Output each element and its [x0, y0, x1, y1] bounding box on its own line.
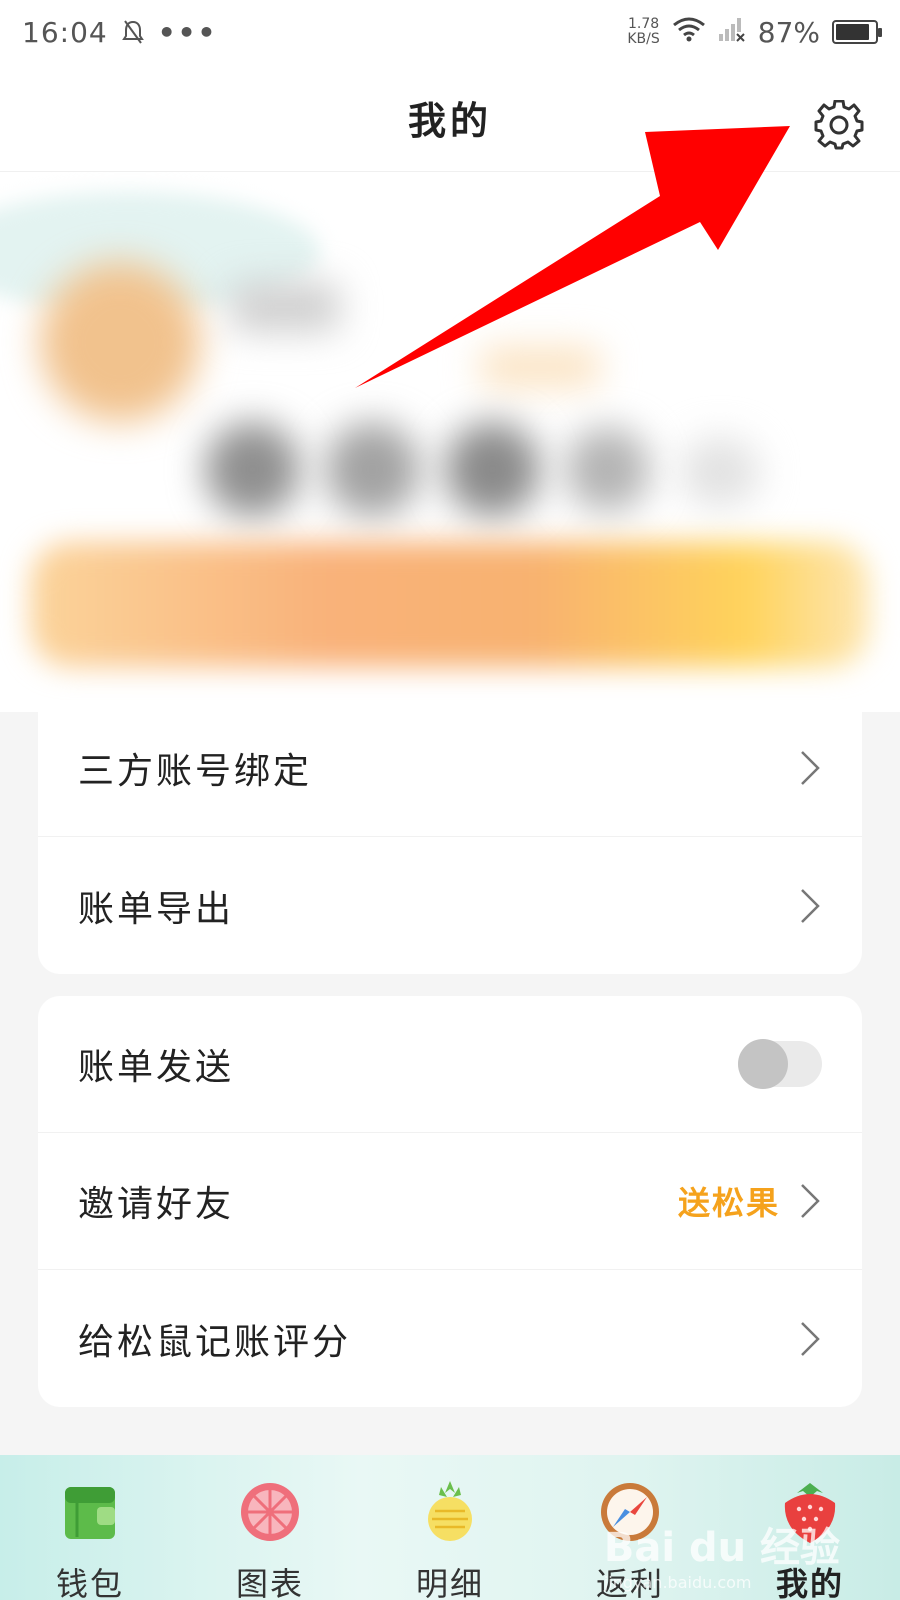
gear-icon[interactable] — [814, 99, 864, 150]
chart-icon — [237, 1479, 303, 1545]
page-title: 我的 — [407, 99, 492, 143]
menu-item-label: 三方账号绑定 — [78, 751, 313, 792]
bottom-tab-bar: 钱包 图表 明细 返利 我的 Bai du 经验 jingyan.baidu.c… — [0, 1455, 900, 1600]
menu-item-label: 账单发送 — [78, 1047, 235, 1088]
pineapple-icon — [417, 1479, 483, 1545]
stat-icon-1 — [205, 422, 300, 517]
account-menu-card: 三方账号绑定 账单导出 — [38, 700, 862, 974]
tab-chart[interactable]: 图表 — [180, 1455, 360, 1600]
battery-icon — [832, 20, 882, 44]
profile-section-blurred — [0, 172, 900, 712]
more-notifications-icon: ••• — [157, 15, 218, 49]
tab-wallet[interactable]: 钱包 — [0, 1455, 180, 1600]
screen: 16:04 ••• 1.78 KB/S 87% 我的 三方账号绑定 账单导出 账… — [0, 0, 900, 1600]
avatar — [40, 262, 200, 422]
menu-item-bill-send: 账单发送 — [38, 996, 862, 1133]
watermark-brand: Bai du 经验 — [603, 1525, 840, 1571]
badge-blur — [480, 347, 600, 387]
tab-label: 钱包 — [55, 1565, 124, 1600]
username-blur — [230, 282, 340, 332]
chevron-right-icon — [798, 1319, 822, 1359]
menu-item-rate-app[interactable]: 给松鼠记账评分 — [38, 1270, 862, 1407]
page-header: 我的 — [0, 64, 900, 172]
tab-label: 图表 — [235, 1565, 304, 1600]
chevron-right-icon — [798, 886, 822, 926]
invite-reward-label: 送松果 — [677, 1184, 780, 1222]
cell-signal-icon — [718, 16, 746, 49]
bell-muted-icon — [121, 19, 144, 45]
menu-item-third-party-binding[interactable]: 三方账号绑定 — [38, 700, 862, 837]
menu-item-bill-export[interactable]: 账单导出 — [38, 837, 862, 974]
wallet-icon — [57, 1479, 123, 1545]
chevron-right-icon — [798, 748, 822, 788]
battery-percent: 87% — [757, 15, 820, 49]
settings-menu-card: 账单发送 邀请好友 送松果 给松鼠记账评分 — [38, 996, 862, 1407]
network-speed-unit: KB/S — [627, 31, 660, 47]
network-speed-value: 1.78 — [627, 16, 660, 32]
menu-item-invite-friends[interactable]: 邀请好友 送松果 — [38, 1133, 862, 1270]
menu-item-label: 账单导出 — [78, 888, 235, 930]
network-speed: 1.78 KB/S — [627, 17, 659, 47]
chevron-right-icon — [798, 1181, 822, 1221]
menu-item-label: 邀请好友 — [78, 1184, 235, 1225]
status-time: 16:04 — [22, 15, 108, 49]
battery-level — [836, 24, 870, 40]
baidu-watermark: Bai du 经验 jingyan.baidu.com — [604, 1515, 840, 1592]
stat-icon-5 — [680, 437, 760, 507]
promo-banner-blur — [30, 542, 870, 667]
toggle-knob — [738, 1039, 788, 1089]
tab-details[interactable]: 明细 — [360, 1455, 540, 1600]
stat-icon-2 — [325, 422, 420, 517]
bill-send-toggle[interactable] — [738, 1039, 822, 1089]
menu-item-label: 给松鼠记账评分 — [78, 1321, 352, 1363]
watermark-site: jingyan.baidu.com — [603, 1573, 752, 1592]
tab-label: 明细 — [415, 1565, 484, 1600]
wifi-icon — [672, 16, 706, 49]
stat-icon-3 — [445, 422, 540, 517]
status-bar: 16:04 ••• 1.78 KB/S 87% — [0, 0, 900, 64]
stat-icon-4 — [565, 427, 650, 512]
